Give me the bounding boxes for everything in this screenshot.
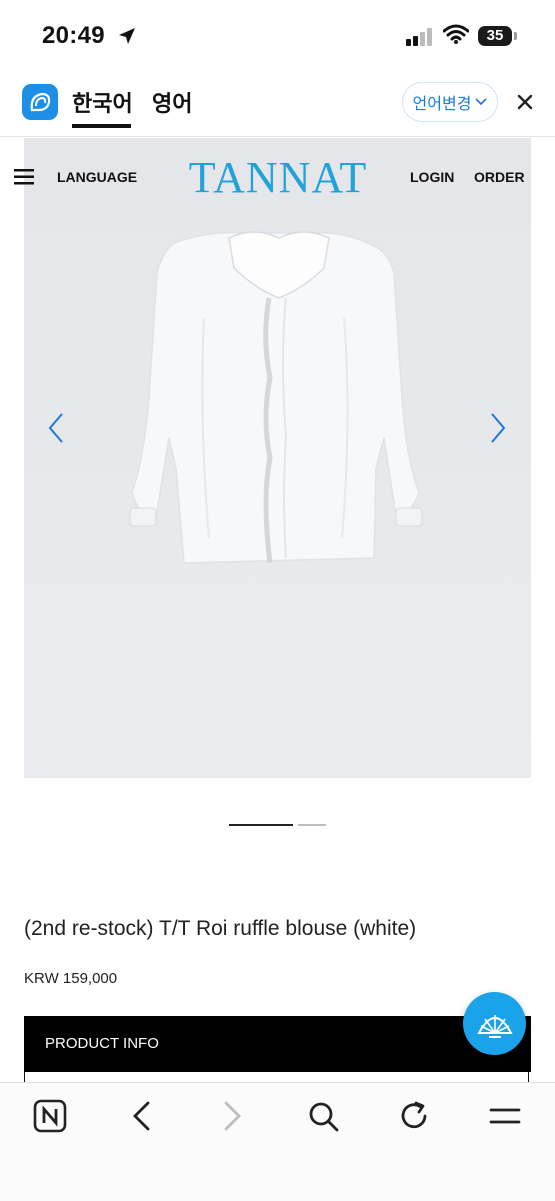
carousel-indicator[interactable] xyxy=(298,824,326,826)
signal-icon xyxy=(406,28,432,46)
chevron-left-icon[interactable] xyxy=(46,412,66,444)
forward-icon[interactable] xyxy=(220,1099,246,1133)
battery-icon: 35 xyxy=(478,26,512,46)
floating-shell-button[interactable] xyxy=(463,992,526,1055)
active-tab-indicator xyxy=(72,124,131,128)
hamburger-menu-icon[interactable] xyxy=(14,168,34,186)
product-info-tab[interactable]: PRODUCT INFO xyxy=(24,1016,531,1072)
naver-home-icon[interactable] xyxy=(33,1099,67,1133)
carousel-indicator-active[interactable] xyxy=(229,824,293,826)
language-link[interactable]: LANGUAGE xyxy=(57,169,137,185)
translator-app-icon[interactable] xyxy=(22,84,58,120)
login-link[interactable]: LOGIN xyxy=(410,169,454,185)
product-title: (2nd re-stock) T/T Roi ruffle blouse (wh… xyxy=(24,917,417,940)
chevron-down-icon xyxy=(475,98,488,106)
product-price: KRW 159,000 xyxy=(24,970,118,987)
location-arrow-icon xyxy=(119,28,135,44)
menu-icon[interactable] xyxy=(488,1099,522,1133)
tab-english[interactable]: 영어 xyxy=(152,86,192,118)
shell-icon xyxy=(476,1014,513,1038)
product-image-carousel[interactable] xyxy=(24,138,531,778)
battery-nub xyxy=(514,32,517,40)
wifi-icon xyxy=(443,24,469,44)
change-language-button[interactable]: 언어변경 xyxy=(402,82,498,122)
browser-toolbar xyxy=(0,1082,555,1201)
order-link[interactable]: ORDER xyxy=(474,169,525,185)
site-logo[interactable]: TANNAT xyxy=(186,152,370,203)
reload-icon[interactable] xyxy=(398,1099,432,1133)
close-icon[interactable] xyxy=(513,90,537,114)
change-language-label: 언어변경 xyxy=(412,96,472,113)
status-time: 20:49 xyxy=(42,22,105,49)
tab-korean[interactable]: 한국어 xyxy=(72,86,133,118)
back-icon[interactable] xyxy=(128,1099,154,1133)
chevron-right-icon[interactable] xyxy=(488,412,508,444)
product-image xyxy=(24,138,531,778)
search-icon[interactable] xyxy=(306,1099,340,1133)
